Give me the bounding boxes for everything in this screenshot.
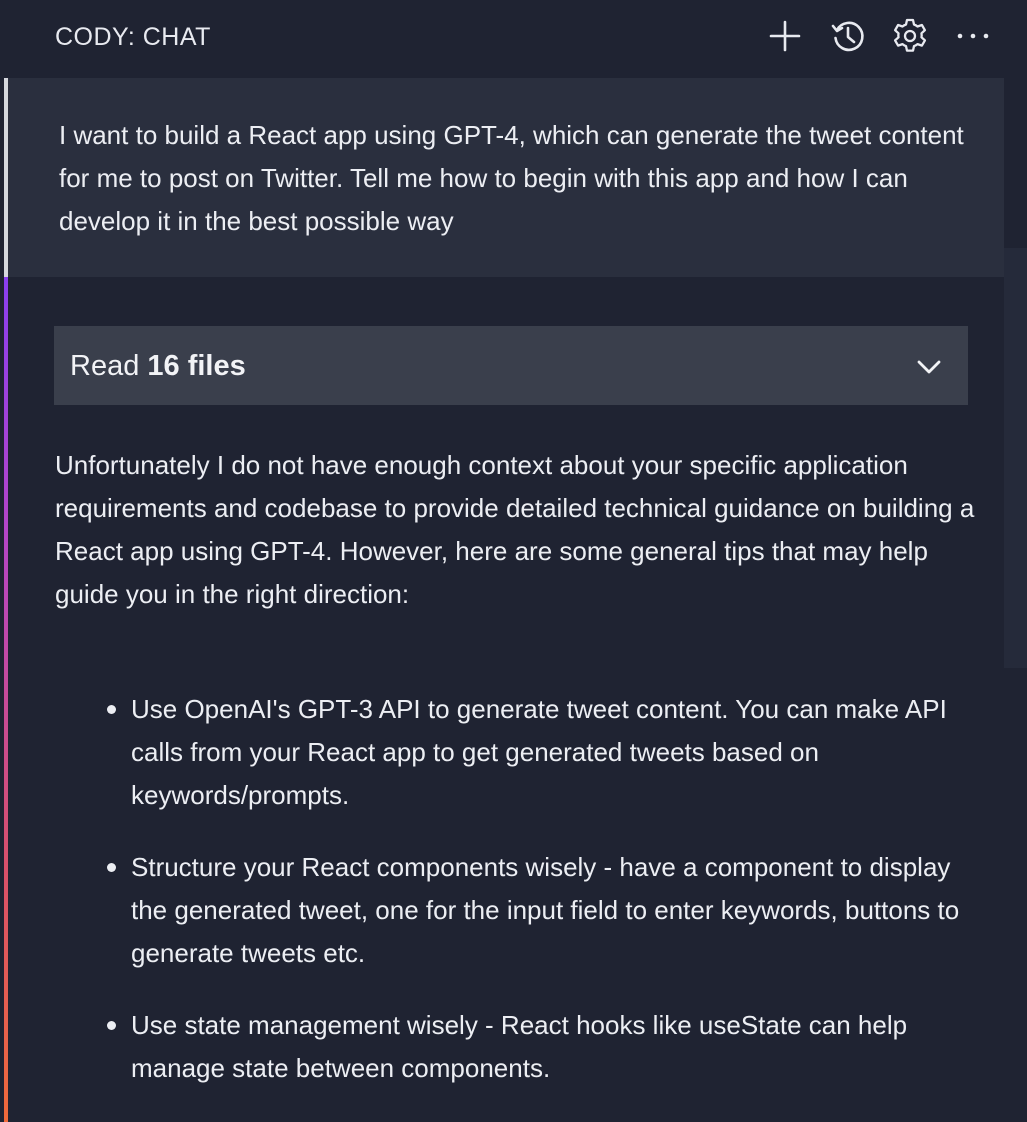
list-item: Use OpenAI's GPT-3 API to generate tweet… — [55, 688, 985, 817]
bullet-icon — [107, 863, 116, 872]
more-actions-button[interactable] — [951, 14, 995, 58]
list-item: Structure your React components wisely -… — [55, 846, 985, 975]
gear-icon — [893, 18, 927, 52]
context-files-toggle[interactable]: Read 16 files — [54, 326, 968, 405]
chat-header: CODY: CHAT — [0, 0, 1027, 78]
settings-button[interactable] — [888, 14, 932, 58]
chat-history-button[interactable] — [826, 14, 870, 58]
assistant-accent-bar — [4, 277, 8, 1122]
list-item-text: Use state management wisely - React hook… — [131, 1010, 908, 1083]
list-item-text: Structure your React components wisely -… — [131, 852, 960, 968]
list-item: Use state management wisely - React hook… — [55, 1004, 985, 1090]
chevron-down-icon — [917, 360, 941, 374]
bullet-icon — [107, 705, 116, 714]
human-message-text: I want to build a React app using GPT-4,… — [59, 120, 964, 236]
ellipsis-icon — [957, 33, 989, 39]
list-item-text: Use OpenAI's GPT-3 API to generate tweet… — [131, 694, 947, 810]
history-icon — [831, 21, 864, 52]
context-files-label: Read 16 files — [70, 350, 246, 382]
bullet-icon — [107, 1021, 116, 1030]
cody-chat-panel: CODY: CHAT I want to build a React app u… — [0, 0, 1027, 1122]
plus-icon — [769, 20, 801, 52]
human-message: I want to build a React app using GPT-4,… — [4, 78, 1004, 277]
scrollbar-track[interactable] — [1004, 248, 1027, 668]
assistant-tips-list: Use OpenAI's GPT-3 API to generate tweet… — [55, 688, 985, 1119]
new-chat-button[interactable] — [763, 14, 807, 58]
assistant-intro-paragraph: Unfortunately I do not have enough conte… — [55, 450, 975, 609]
panel-title: CODY: CHAT — [55, 23, 211, 51]
context-files-count: 16 files — [147, 350, 246, 382]
